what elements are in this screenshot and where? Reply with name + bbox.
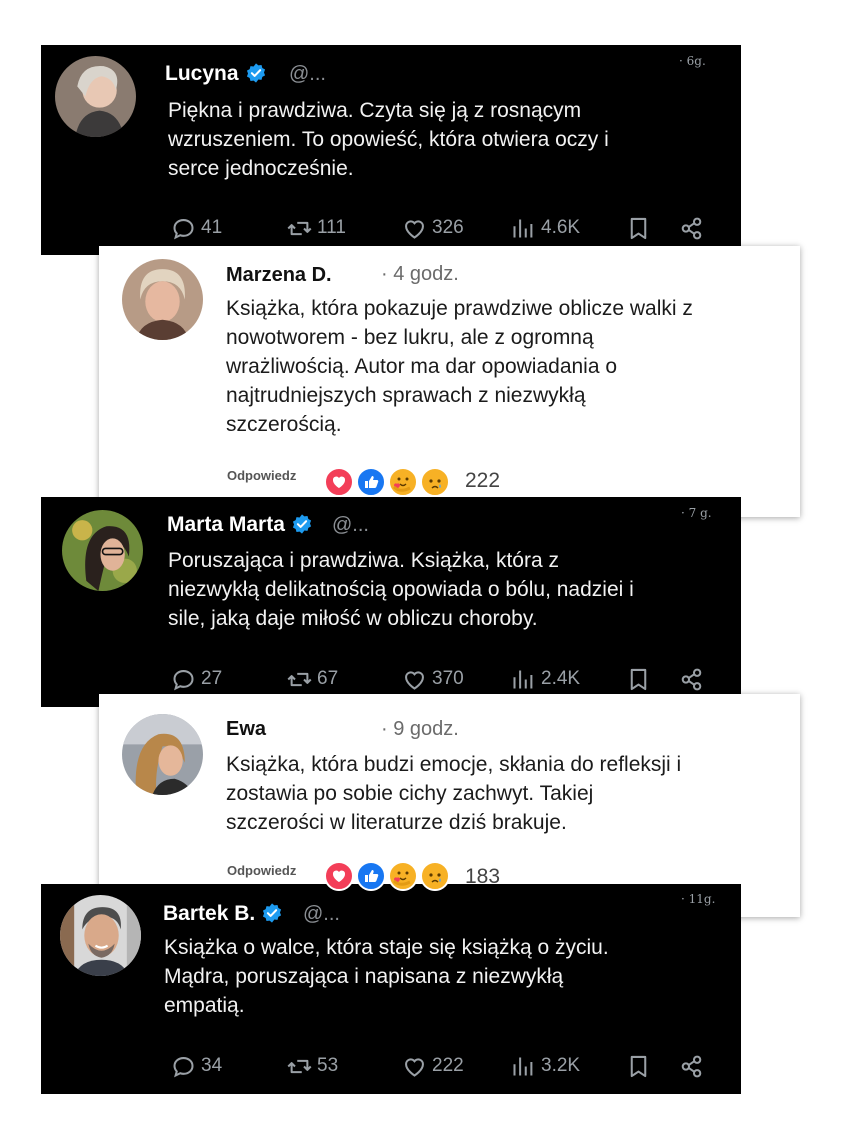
bookmark-icon	[630, 1055, 647, 1077]
post-text: Poruszająca i prawdziwa. Książka, która …	[168, 549, 634, 630]
author-name[interactable]: Ewa	[226, 718, 266, 741]
post-card-marzena: Marzena D. · 4 godz. Książka, która poka…	[99, 246, 800, 517]
reply-count: 34	[201, 1055, 223, 1076]
repost-count: 67	[317, 668, 339, 689]
views-button[interactable]: 3.2K	[510, 1051, 580, 1081]
like-reaction-icon	[356, 861, 386, 891]
like-icon	[405, 670, 424, 690]
reply-link[interactable]: Odpowiedz	[227, 863, 296, 878]
like-icon	[405, 219, 424, 239]
post-text: Książka, która budzi emocje, skłania do …	[226, 753, 682, 834]
views-button[interactable]: 2.4K	[510, 664, 580, 694]
repost-button[interactable]: 111	[286, 213, 346, 243]
author-name[interactable]: Marta Marta	[167, 513, 313, 537]
sad-reaction-icon	[420, 861, 450, 891]
reply-button[interactable]: 41	[170, 213, 222, 243]
avatar[interactable]	[62, 510, 143, 591]
bookmark-button[interactable]	[625, 1051, 656, 1081]
post-text: Piękna i prawdziwa. Czyta się ją z rosną…	[168, 99, 609, 180]
author-name[interactable]: Lucyna	[165, 62, 267, 86]
share-button[interactable]	[678, 1051, 709, 1081]
verified-badge-icon	[291, 513, 313, 535]
avatar[interactable]	[55, 56, 136, 137]
author-name[interactable]: Bartek B.	[163, 902, 283, 926]
verified-badge-icon	[261, 902, 283, 924]
reply-button[interactable]: 27	[170, 664, 222, 694]
post-card-lucyna: Lucyna @... · 6g. Piękna i prawdziwa. Cz…	[41, 45, 741, 255]
bookmark-icon	[630, 217, 647, 239]
views-count: 2.4K	[541, 668, 581, 689]
reply-icon	[173, 1056, 194, 1077]
views-count: 3.2K	[541, 1055, 581, 1076]
post-text: Książka, która pokazuje prawdziwe oblicz…	[226, 297, 693, 436]
repost-count: 53	[317, 1055, 339, 1076]
reactions-count[interactable]: 222	[465, 469, 500, 493]
share-icon	[681, 217, 702, 239]
reply-icon	[173, 218, 194, 239]
post-time[interactable]: · 7 g.	[681, 506, 712, 520]
avatar[interactable]	[122, 714, 203, 795]
action-bar: 27 67 370 2.4K	[41, 664, 741, 694]
author-name-text[interactable]: Marta Marta	[167, 513, 285, 536]
author-handle[interactable]: @...	[303, 903, 340, 926]
views-icon	[513, 670, 533, 688]
reply-button[interactable]: 34	[170, 1051, 222, 1081]
verified-badge-icon	[245, 62, 267, 84]
like-button[interactable]: 370	[401, 664, 464, 694]
avatar[interactable]	[122, 259, 203, 340]
repost-button[interactable]: 67	[286, 664, 338, 694]
share-button[interactable]	[678, 664, 709, 694]
bookmark-button[interactable]	[625, 213, 656, 243]
action-bar: 34 53 222 3.2K	[41, 1051, 741, 1081]
repost-count: 111	[317, 217, 346, 238]
author-name-text[interactable]: Bartek B.	[163, 902, 255, 925]
like-count: 222	[432, 1055, 464, 1076]
reply-icon	[173, 669, 194, 690]
share-button[interactable]	[678, 213, 709, 243]
post-card-marta: Marta Marta @... · 7 g. Poruszająca i pr…	[41, 497, 741, 707]
share-icon	[681, 1055, 702, 1077]
reply-count: 27	[201, 668, 223, 689]
like-count: 326	[432, 217, 464, 238]
repost-icon	[287, 672, 312, 686]
reply-count: 41	[201, 217, 223, 238]
avatar[interactable]	[60, 895, 141, 976]
like-icon	[405, 1057, 424, 1077]
bookmark-icon	[630, 668, 647, 690]
like-reaction-icon	[356, 467, 386, 497]
share-icon	[681, 668, 702, 690]
sad-reaction-icon	[420, 467, 450, 497]
post-time[interactable]: · 6g.	[679, 54, 706, 68]
views-icon	[513, 1057, 533, 1075]
views-icon	[513, 219, 533, 237]
love-reaction-icon	[324, 467, 354, 497]
repost-icon	[287, 1059, 312, 1073]
love-reaction-icon	[324, 861, 354, 891]
author-handle[interactable]: @...	[289, 63, 326, 86]
post-card-bartek: Bartek B. @... · 11g. Książka o walce, k…	[41, 884, 741, 1094]
author-handle[interactable]: @...	[332, 514, 369, 537]
like-button[interactable]: 326	[401, 213, 464, 243]
views-count: 4.6K	[541, 217, 581, 238]
repost-icon	[287, 221, 312, 235]
post-time[interactable]: · 9 godz.	[381, 718, 459, 741]
like-button[interactable]: 222	[401, 1051, 464, 1081]
bookmark-button[interactable]	[625, 664, 656, 694]
repost-button[interactable]: 53	[286, 1051, 338, 1081]
author-name-text[interactable]: Lucyna	[165, 62, 239, 85]
like-count: 370	[432, 668, 464, 689]
care-reaction-icon	[388, 861, 418, 891]
post-text: Książka o walce, która staje się książką…	[164, 936, 609, 1017]
action-bar: 41 111 326 4.6K	[41, 213, 741, 243]
care-reaction-icon	[388, 467, 418, 497]
post-time[interactable]: · 11g.	[681, 892, 715, 906]
reply-link[interactable]: Odpowiedz	[227, 468, 296, 483]
views-button[interactable]: 4.6K	[510, 213, 580, 243]
author-name[interactable]: Marzena D.	[226, 264, 332, 287]
post-time[interactable]: · 4 godz.	[381, 263, 459, 286]
